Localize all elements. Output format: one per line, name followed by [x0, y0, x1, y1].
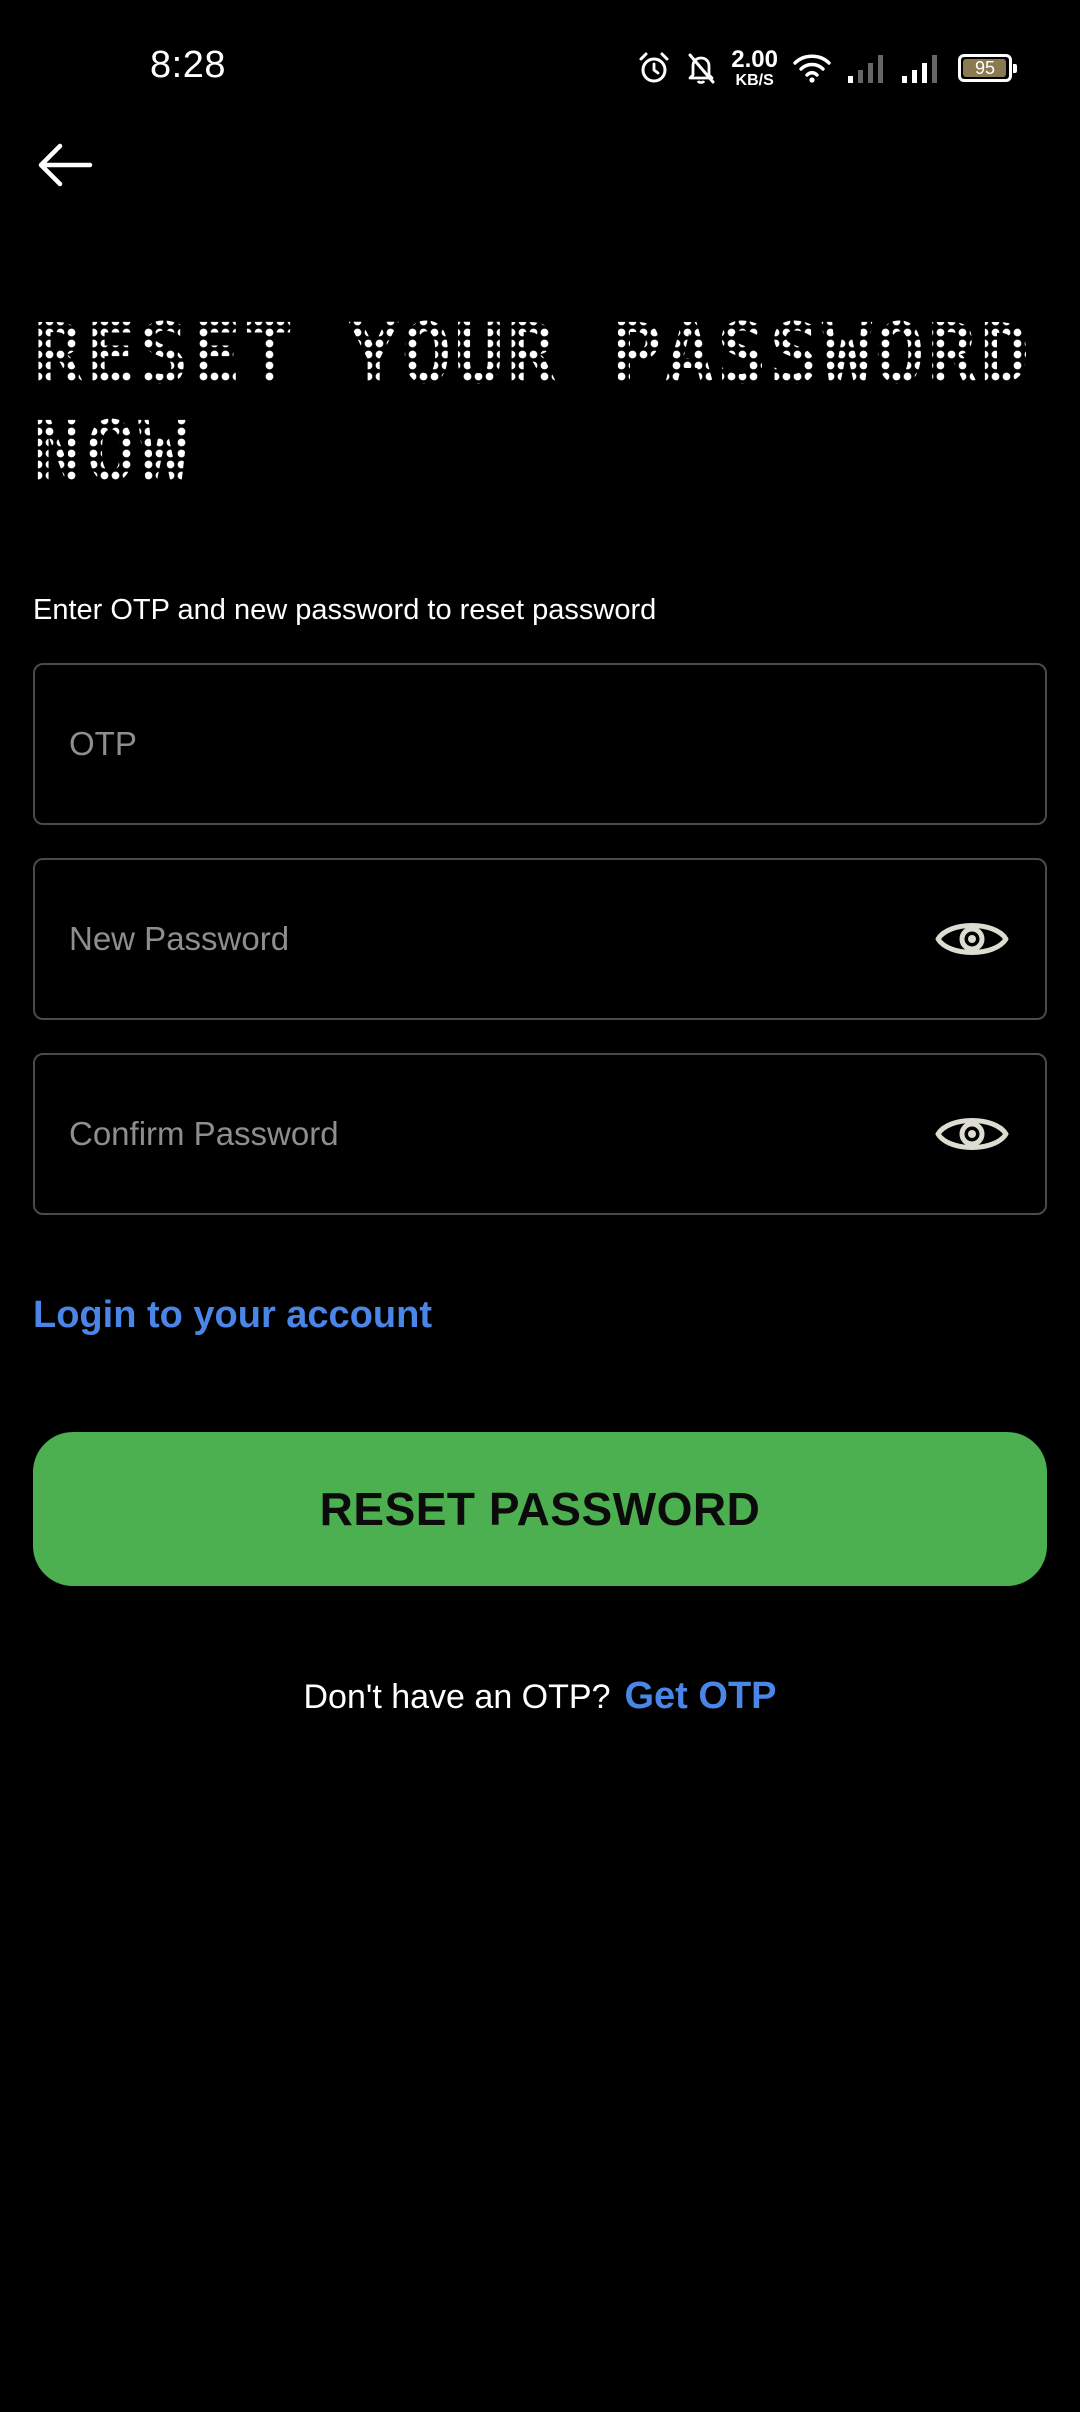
alarm-icon [637, 51, 671, 85]
network-speed-unit: KB/S [735, 71, 774, 89]
reset-password-button[interactable]: RESET PASSWORD [33, 1432, 1047, 1586]
status-bar: 8:28 2.00 KB/S 95 [0, 0, 1080, 140]
show-new-password-toggle[interactable] [931, 909, 1013, 969]
network-speed-value: 2.00 [731, 45, 778, 73]
new-password-input[interactable] [35, 859, 931, 1019]
cell-signal-icon [846, 52, 886, 84]
network-speed: 2.00 KB/S [731, 45, 778, 89]
instructions-text: Enter OTP and new password to reset pass… [33, 594, 657, 626]
battery-level: 95 [974, 57, 996, 78]
wifi-icon [792, 52, 832, 84]
cell-signal-icon [900, 52, 940, 84]
footer-prompt: Don't have an OTP? [303, 1678, 611, 1716]
show-confirm-password-toggle[interactable] [931, 1104, 1013, 1164]
eye-icon [935, 923, 1009, 955]
login-link[interactable]: Login to your account [33, 1294, 432, 1337]
confirm-password-field[interactable] [33, 1053, 1047, 1215]
page-title: RESET YOUR PASSWORD NOW [33, 305, 1032, 501]
arrow-left-icon [38, 143, 93, 187]
back-button[interactable] [30, 130, 100, 200]
get-otp-link[interactable]: Get OTP [624, 1675, 776, 1718]
bell-off-icon [685, 51, 717, 85]
status-icons: 2.00 KB/S 95 [637, 45, 1017, 90]
new-password-field[interactable] [33, 858, 1047, 1020]
otp-field[interactable] [33, 663, 1047, 825]
footer: Don't have an OTP? Get OTP [0, 1675, 1080, 1718]
otp-input[interactable] [35, 664, 1045, 824]
status-time: 8:28 [150, 44, 226, 86]
battery-icon: 95 [958, 54, 1017, 82]
confirm-password-input[interactable] [35, 1054, 931, 1214]
eye-icon [935, 1118, 1009, 1150]
